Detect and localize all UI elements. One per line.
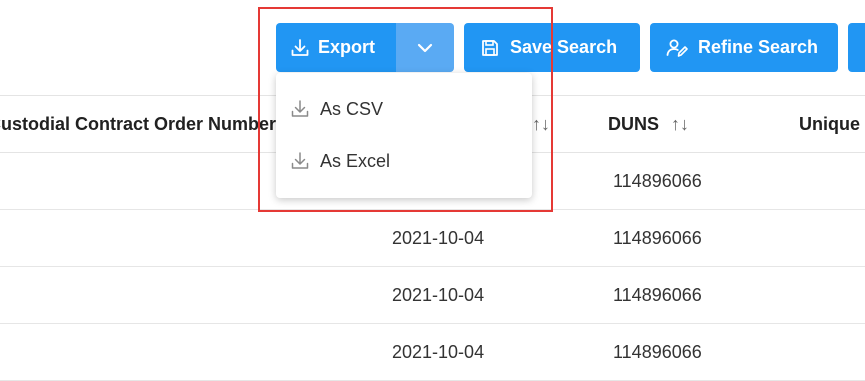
sort-icon[interactable]: ↑↓ (671, 114, 689, 135)
chevron-down-icon (417, 43, 433, 52)
menu-item-as-excel[interactable]: As Excel (276, 133, 532, 189)
table-row[interactable]: 2021-10-04 114896066 (0, 210, 865, 267)
duns-cell: 114896066 (613, 284, 702, 305)
duns-cell: 114896066 (613, 341, 702, 362)
column-header-duns[interactable]: DUNS ↑↓ (608, 96, 748, 152)
sort-icon[interactable]: ↑↓ (532, 96, 556, 152)
table-row[interactable]: 2021-10-04 114896066 (0, 267, 865, 324)
menu-item-label: As Excel (320, 150, 391, 171)
duns-cell: 114896066 (613, 170, 702, 191)
column-header-duns-label: DUNS (608, 113, 660, 134)
download-icon (291, 152, 309, 169)
date-cell: 2021-10-04 (392, 227, 485, 248)
save-search-label: Save Search (510, 37, 618, 57)
table-row[interactable]: 2021-10-04 114896066 (0, 324, 865, 381)
export-dropdown-toggle[interactable] (396, 23, 454, 72)
download-icon (291, 100, 309, 117)
export-label: Export (318, 37, 376, 57)
duns-cell: 114896066 (613, 227, 702, 248)
sort-glyph: ↑↓ (532, 113, 550, 134)
download-icon (291, 38, 309, 56)
date-cell: 2021-10-04 (392, 284, 485, 305)
menu-item-label: As CSV (320, 98, 384, 119)
column-header-unique[interactable]: Unique (799, 96, 865, 152)
column-header-custodial-label: Custodial Contract Order Number (0, 113, 277, 134)
save-icon (482, 39, 498, 56)
export-button[interactable]: Export (276, 23, 396, 72)
column-header-unique-label: Unique (799, 113, 860, 134)
export-dropdown-menu: As CSV As Excel (276, 73, 532, 198)
date-cell: 2021-10-04 (392, 341, 485, 362)
refine-search-label: Refine Search (698, 37, 819, 57)
save-search-button[interactable]: Save Search (464, 23, 640, 72)
column-header-custodial[interactable]: Custodial Contract Order Number (0, 96, 285, 152)
menu-item-as-csv[interactable]: As CSV (276, 81, 532, 137)
refine-search-button[interactable]: Refine Search (650, 23, 838, 72)
user-edit-icon (666, 39, 688, 57)
more-action-button[interactable] (848, 23, 865, 72)
